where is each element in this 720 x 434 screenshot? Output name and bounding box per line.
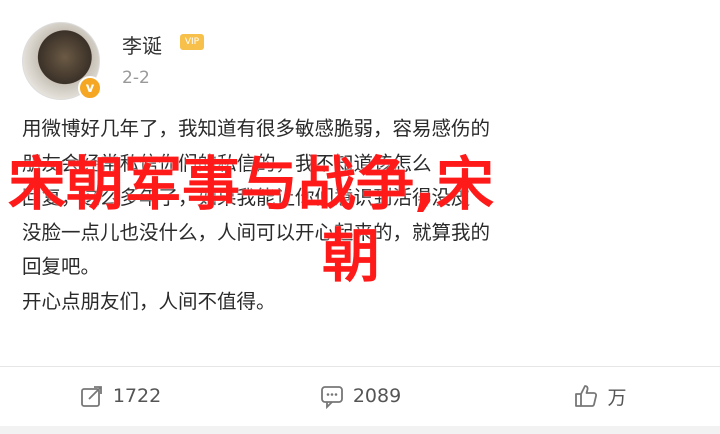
post-line: 用微博好几年了，我知道有很多敏感脆弱，容易感伤的 — [22, 117, 491, 140]
like-button[interactable]: 万 — [480, 367, 720, 425]
bottom-separator — [0, 426, 720, 434]
action-bar: 1722 2089 万 — [0, 367, 720, 425]
verified-icon: v — [78, 76, 102, 100]
vip-badge-icon: VIP — [180, 34, 204, 50]
like-count: 万 — [607, 386, 627, 409]
post-header: v 李诞 VIP 2-2 — [22, 20, 702, 100]
thumbs-up-icon — [575, 385, 598, 407]
share-button[interactable]: 1722 — [0, 367, 240, 425]
comment-icon — [320, 386, 343, 409]
share-count: 1722 — [112, 385, 162, 407]
post-time: 2-2 — [122, 68, 150, 88]
username[interactable]: 李诞 — [122, 30, 162, 59]
overlay-line-1: 宋朝军事与战争,宋 — [8, 150, 495, 218]
overlay-line-2: 朝 — [322, 222, 381, 290]
share-icon — [80, 386, 102, 407]
comment-button[interactable]: 2089 — [240, 367, 480, 425]
comment-count: 2089 — [352, 385, 402, 407]
